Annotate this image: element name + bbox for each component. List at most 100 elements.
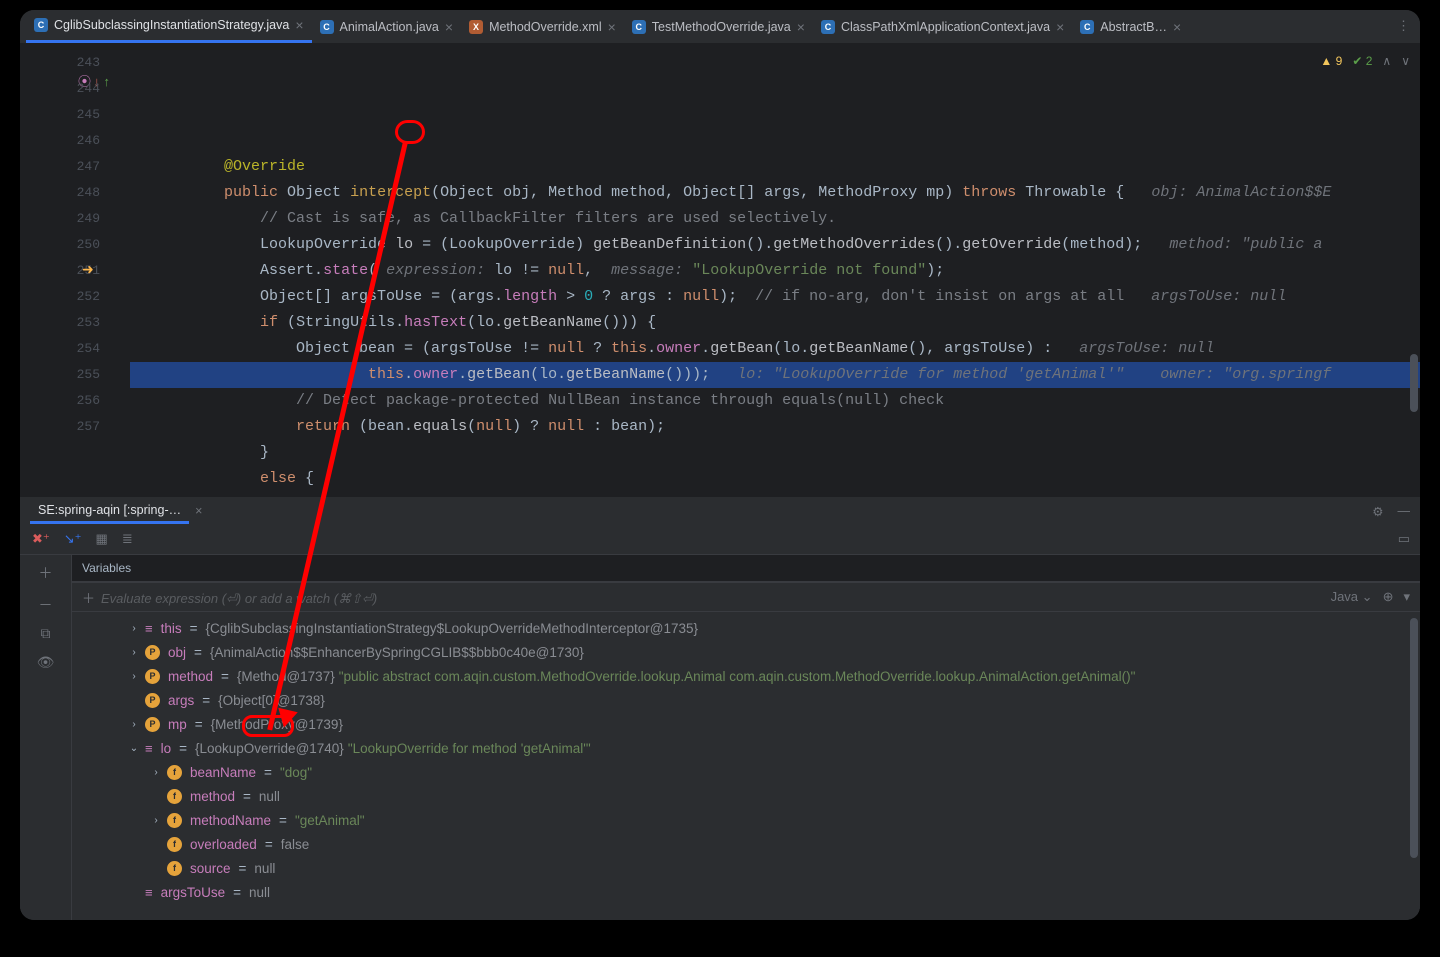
expand-icon[interactable]: › xyxy=(127,623,141,634)
expand-icon[interactable]: › xyxy=(127,647,141,658)
show-watches-icon[interactable]: 👁 xyxy=(37,655,55,672)
prev-highlight-icon[interactable]: ∧ xyxy=(1382,48,1391,74)
var-string: "dog" xyxy=(280,765,312,780)
line-number[interactable]: 244 xyxy=(20,76,130,102)
code-line[interactable]: else { xyxy=(130,466,1420,492)
code-line[interactable]: if (StringUtils.hasText(lo.getBeanName()… xyxy=(130,310,1420,336)
var-name: mp xyxy=(168,717,187,732)
close-icon[interactable]: × xyxy=(1056,19,1064,35)
watch-menu-icon[interactable]: ▾ xyxy=(1403,589,1410,605)
variable-row[interactable]: ›Pmp={MethodProxy@1739} xyxy=(72,712,1420,736)
var-kind-icon: P xyxy=(145,645,160,660)
more-tabs-icon[interactable]: ⋮ xyxy=(1397,19,1410,34)
variable-row[interactable]: Pargs={Object[0]@1738} xyxy=(72,688,1420,712)
line-number[interactable]: 252 xyxy=(20,284,130,310)
layout-icon[interactable]: ▭ xyxy=(1398,532,1410,547)
code-line[interactable]: return (argsToUse != null ? this.owner.g… xyxy=(130,492,1420,496)
pin-watch-icon[interactable]: ⊕ xyxy=(1383,589,1394,605)
code-line[interactable]: // Detect package-protected NullBean ins… xyxy=(130,388,1420,414)
line-number[interactable]: 257 xyxy=(20,414,130,440)
list-icon[interactable]: ≣ xyxy=(122,532,133,547)
file-icon: C xyxy=(821,20,835,34)
variable-row[interactable]: ›Pmethod={Method@1737} "public abstract … xyxy=(72,664,1420,688)
tab-MethodOverride.xml[interactable]: XMethodOverride.xml× xyxy=(461,10,624,43)
variables-tree[interactable]: ›≡this={CglibSubclassingInstantiationStr… xyxy=(72,612,1420,920)
var-value: null xyxy=(254,861,275,876)
code-line[interactable]: this.owner.getBean(lo.getBeanName())); l… xyxy=(130,362,1420,388)
next-highlight-icon[interactable]: ∨ xyxy=(1401,48,1410,74)
close-icon[interactable]: × xyxy=(1173,19,1181,35)
close-icon[interactable]: × xyxy=(797,19,805,35)
tab-AnimalAction.java[interactable]: CAnimalAction.java× xyxy=(312,10,462,43)
remove-watch-icon[interactable]: － xyxy=(39,595,53,615)
line-number[interactable]: 253 xyxy=(20,310,130,336)
expand-icon[interactable]: › xyxy=(127,671,141,682)
code-line[interactable]: } xyxy=(130,440,1420,466)
variable-row[interactable]: ›fmethodName="getAnimal" xyxy=(72,808,1420,832)
var-value: {LookupOverride@1740} xyxy=(195,741,344,756)
editor-area: ⦿↓↑ 243244245246247248249250251➜25225325… xyxy=(20,44,1420,496)
code-line[interactable]: return (bean.equals(null) ? null : bean)… xyxy=(130,414,1420,440)
expand-icon[interactable]: ⌄ xyxy=(127,743,141,754)
scrollbar-thumb[interactable] xyxy=(1410,354,1418,412)
line-number[interactable]: 243 xyxy=(20,50,130,76)
add-watch-icon[interactable]: ＋ xyxy=(39,563,53,583)
grid-icon[interactable]: ▦ xyxy=(96,532,108,547)
code-line[interactable]: // Cast is safe, as CallbackFilter filte… xyxy=(130,206,1420,232)
code-line[interactable]: @Override xyxy=(130,154,1420,180)
inspection-summary[interactable]: ▲ 9 ✔ 2 ∧ ∨ xyxy=(1320,48,1410,74)
line-number[interactable]: 254 xyxy=(20,336,130,362)
vars-scrollbar-thumb[interactable] xyxy=(1410,618,1418,858)
tab-label: CglibSubclassingInstantiationStrategy.ja… xyxy=(54,18,289,32)
variable-row[interactable]: ›Pobj={AnimalAction$$EnhancerBySpringCGL… xyxy=(72,640,1420,664)
variable-row[interactable]: ≡argsToUse=null xyxy=(72,880,1420,904)
close-icon[interactable]: × xyxy=(295,17,303,33)
code-line[interactable]: Object[] argsToUse = (args.length > 0 ? … xyxy=(130,284,1420,310)
debug-toolbar: ✖⁺ ↘⁺ ▦ ≣ ▭ xyxy=(20,525,1420,555)
copy-icon[interactable]: ⧉ xyxy=(41,627,51,643)
close-icon[interactable]: × xyxy=(608,19,616,35)
line-number[interactable]: 256 xyxy=(20,388,130,414)
debug-session-tab[interactable]: SE:spring-aqin [:spring-… xyxy=(30,499,189,524)
code-line[interactable]: Assert.state( expression: lo != null, me… xyxy=(130,258,1420,284)
file-icon: C xyxy=(632,20,646,34)
line-number[interactable]: 248 xyxy=(20,180,130,206)
variable-row[interactable]: foverloaded=false xyxy=(72,832,1420,856)
tab-AbstractB…[interactable]: CAbstractB…× xyxy=(1072,10,1189,43)
line-number[interactable]: 255 xyxy=(20,362,130,388)
line-number[interactable]: 245 xyxy=(20,102,130,128)
line-number[interactable]: 251➜ xyxy=(20,258,130,284)
close-icon[interactable]: × xyxy=(195,504,202,518)
variable-row[interactable]: ›≡this={CglibSubclassingInstantiationStr… xyxy=(72,616,1420,640)
tab-CglibSubclassingInstantiationStrategy.java[interactable]: CCglibSubclassingInstantiationStrategy.j… xyxy=(26,10,312,43)
code[interactable]: ▲ 9 ✔ 2 ∧ ∨ @Override public Object inte… xyxy=(130,44,1420,496)
code-line[interactable]: LookupOverride lo = (LookupOverride) get… xyxy=(130,232,1420,258)
var-string: "LookupOverride for method 'getAnimal'" xyxy=(348,741,591,756)
variable-row[interactable]: ›fbeanName="dog" xyxy=(72,760,1420,784)
variable-row[interactable]: fmethod=null xyxy=(72,784,1420,808)
lang-selector[interactable]: Java ⌄ xyxy=(1331,589,1373,605)
variable-row[interactable]: fsource=null xyxy=(72,856,1420,880)
var-kind-icon: f xyxy=(167,765,182,780)
minimize-icon[interactable]: — xyxy=(1398,504,1411,519)
code-line[interactable]: Object bean = (argsToUse != null ? this.… xyxy=(130,336,1420,362)
expand-icon[interactable]: › xyxy=(149,815,163,826)
expand-icon[interactable]: › xyxy=(127,719,141,730)
editor-tabs: C CglibSubclassingInstantiationStrategy.j… xyxy=(20,10,1420,44)
expand-icon[interactable]: › xyxy=(149,767,163,778)
file-icon: C xyxy=(1080,20,1094,34)
code-line[interactable]: public Object intercept(Object obj, Meth… xyxy=(130,180,1420,206)
tab-TestMethodOverride.java[interactable]: CTestMethodOverride.java× xyxy=(624,10,813,43)
tab-ClassPathXmlApplicationContext.java[interactable]: CClassPathXmlApplicationContext.java× xyxy=(813,10,1072,43)
restart-frame-icon[interactable]: ✖⁺ xyxy=(32,532,50,547)
var-value: null xyxy=(259,789,280,804)
watch-input[interactable]: ＋Evaluate expression (⏎) or add a watch … xyxy=(72,582,1420,612)
line-number[interactable]: 249 xyxy=(20,206,130,232)
close-icon[interactable]: × xyxy=(445,19,453,35)
line-number[interactable]: 246 xyxy=(20,128,130,154)
line-number[interactable]: 250 xyxy=(20,232,130,258)
settings-icon[interactable]: ⚙ xyxy=(1372,504,1383,519)
drop-frame-icon[interactable]: ↘⁺ xyxy=(64,532,82,547)
variable-row[interactable]: ⌄≡lo={LookupOverride@1740} "LookupOverri… xyxy=(72,736,1420,760)
line-number[interactable]: 247 xyxy=(20,154,130,180)
